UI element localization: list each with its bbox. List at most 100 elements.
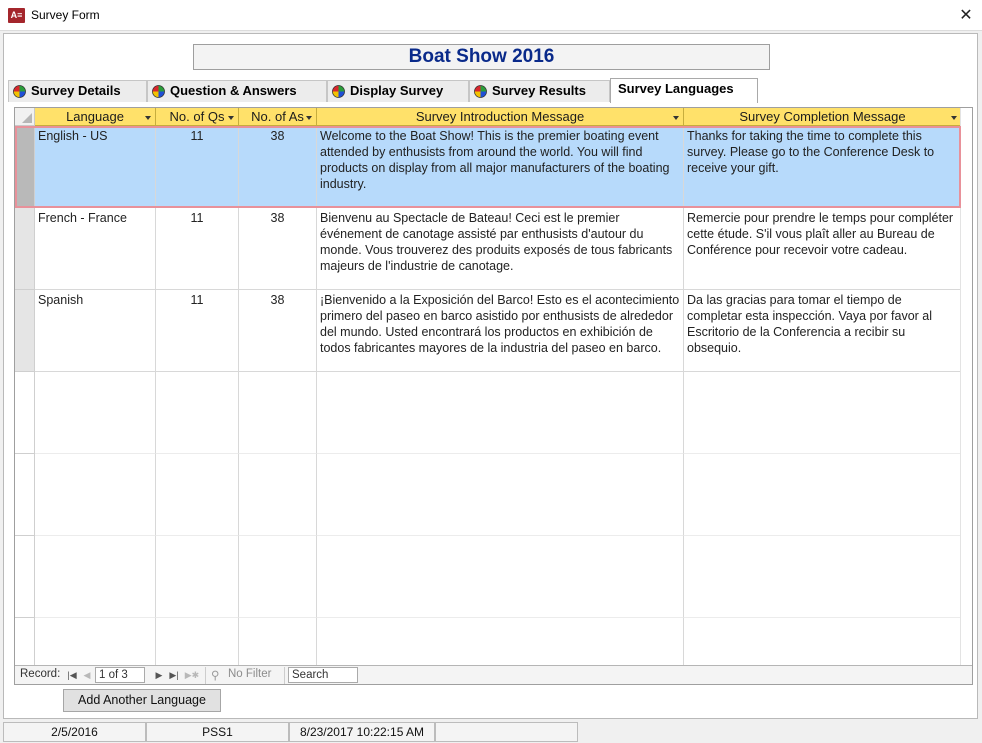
empty-cell: [239, 372, 317, 454]
filter-status-button[interactable]: No Filter: [228, 668, 271, 680]
empty-cell: [156, 454, 239, 536]
empty-cell: [35, 454, 156, 536]
tab-display-survey[interactable]: Display Survey: [327, 80, 469, 102]
cell-num-questions[interactable]: 11: [156, 208, 239, 290]
empty-cell: [684, 372, 962, 454]
empty-cell: [35, 372, 156, 454]
select-all-corner[interactable]: [15, 108, 35, 126]
tab-survey-details[interactable]: Survey Details: [8, 80, 147, 102]
form-title: Boat Show 2016: [408, 46, 555, 67]
status-timestamp: 8/23/2017 10:22:15 AM: [289, 722, 435, 742]
window-title: Survey Form: [31, 8, 100, 22]
column-header-label: Language: [66, 109, 124, 124]
select-all-icon: [22, 113, 32, 123]
empty-cell: [239, 536, 317, 618]
status-empty: [435, 722, 578, 742]
navigator-separator: [205, 667, 206, 684]
empty-cell: [35, 618, 156, 666]
tab-label: Display Survey: [350, 83, 444, 98]
current-record-field[interactable]: 1 of 3: [95, 667, 145, 683]
cell-completion-message[interactable]: Da las gracias para tomar el tiempo de c…: [684, 290, 962, 372]
empty-cell: [684, 536, 962, 618]
cell-intro-message[interactable]: Bienvenu au Spectacle de Bateau! Ceci es…: [317, 208, 684, 290]
empty-cell: [156, 536, 239, 618]
column-header-num-answers[interactable]: No. of As: [239, 108, 317, 126]
filter-icon: ⚲: [211, 670, 220, 682]
tab-ball-icon: [332, 85, 345, 98]
empty-cell: [156, 618, 239, 666]
status-bar: 2/5/2016 PSS1 8/23/2017 10:22:15 AM: [0, 721, 982, 743]
vertical-scroll-area[interactable]: [960, 108, 972, 684]
cell-num-answers[interactable]: 38: [239, 126, 317, 208]
record-navigator: Record: |◀ ◀ 1 of 3 ▶ ▶| ▶✱ ⚲ No Filter …: [15, 665, 972, 684]
dropdown-arrow-icon[interactable]: [228, 116, 234, 120]
column-header-label: No. of As: [251, 109, 304, 124]
last-record-button[interactable]: ▶|: [167, 668, 181, 682]
survey-form: Boat Show 2016 Survey Details Question &…: [3, 33, 978, 719]
empty-cell: [317, 618, 684, 666]
tab-ball-icon: [474, 85, 487, 98]
row-selector[interactable]: [15, 290, 35, 372]
tab-label: Survey Results: [492, 83, 586, 98]
tab-ball-icon: [152, 85, 165, 98]
cell-language[interactable]: Spanish: [35, 290, 156, 372]
add-another-language-button[interactable]: Add Another Language: [63, 689, 221, 712]
empty-cell: [239, 454, 317, 536]
empty-cell: [317, 372, 684, 454]
dropdown-arrow-icon[interactable]: [145, 116, 151, 120]
empty-cell: [317, 454, 684, 536]
column-header-label: Survey Completion Message: [739, 109, 906, 124]
empty-cell: [239, 618, 317, 666]
tab-survey-languages[interactable]: Survey Languages: [610, 78, 758, 103]
tab-survey-results[interactable]: Survey Results: [469, 80, 610, 102]
cell-num-answers[interactable]: 38: [239, 208, 317, 290]
close-button[interactable]: ✕: [950, 0, 982, 31]
cell-num-questions[interactable]: 11: [156, 290, 239, 372]
search-input[interactable]: Search: [288, 667, 358, 683]
empty-cell: [35, 536, 156, 618]
cell-intro-message[interactable]: Welcome to the Boat Show! This is the pr…: [317, 126, 684, 208]
access-app-icon: A≡: [8, 8, 25, 23]
empty-cell: [317, 536, 684, 618]
dropdown-arrow-icon[interactable]: [673, 116, 679, 120]
tab-label: Question & Answers: [170, 83, 297, 98]
column-header-label: Survey Introduction Message: [415, 109, 585, 124]
cell-completion-message[interactable]: Thanks for taking the time to complete t…: [684, 126, 962, 208]
cell-num-questions[interactable]: 11: [156, 126, 239, 208]
dropdown-arrow-icon[interactable]: [951, 116, 957, 120]
empty-cell: [156, 372, 239, 454]
navigator-separator: [284, 667, 285, 684]
title-bar: A≡ Survey Form ✕: [0, 0, 982, 31]
next-record-button[interactable]: ▶: [152, 668, 166, 682]
grid-header-row: Language No. of Qs No. of As Survey Intr…: [15, 108, 972, 126]
tab-ball-icon: [13, 85, 26, 98]
cell-intro-message[interactable]: ¡Bienvenido a la Exposición del Barco! E…: [317, 290, 684, 372]
tab-question-answers[interactable]: Question & Answers: [147, 80, 327, 102]
record-label: Record:: [20, 668, 61, 680]
cell-num-answers[interactable]: 38: [239, 290, 317, 372]
cell-language[interactable]: French - France: [35, 208, 156, 290]
cell-language[interactable]: English - US: [35, 126, 156, 208]
column-header-label: No. of Qs: [169, 109, 225, 124]
status-date: 2/5/2016: [3, 722, 146, 742]
row-selector[interactable]: [15, 208, 35, 290]
empty-row-selector: [15, 372, 35, 454]
form-header-box: Boat Show 2016: [193, 44, 770, 70]
empty-cell: [684, 618, 962, 666]
tab-label: Survey Languages: [618, 81, 734, 96]
column-header-language[interactable]: Language: [35, 108, 156, 126]
empty-cell: [684, 454, 962, 536]
row-selector[interactable]: [15, 126, 35, 208]
column-header-num-questions[interactable]: No. of Qs: [156, 108, 239, 126]
status-code: PSS1: [146, 722, 289, 742]
first-record-button[interactable]: |◀: [65, 668, 79, 682]
column-header-completion-message[interactable]: Survey Completion Message: [684, 108, 962, 126]
cell-completion-message[interactable]: Remercie pour prendre le temps pour comp…: [684, 208, 962, 290]
empty-row-selector: [15, 618, 35, 666]
previous-record-button[interactable]: ◀: [80, 668, 94, 682]
dropdown-arrow-icon[interactable]: [306, 116, 312, 120]
empty-row-selector: [15, 454, 35, 536]
new-record-button[interactable]: ▶✱: [182, 668, 202, 682]
tab-label: Survey Details: [31, 83, 121, 98]
column-header-intro-message[interactable]: Survey Introduction Message: [317, 108, 684, 126]
